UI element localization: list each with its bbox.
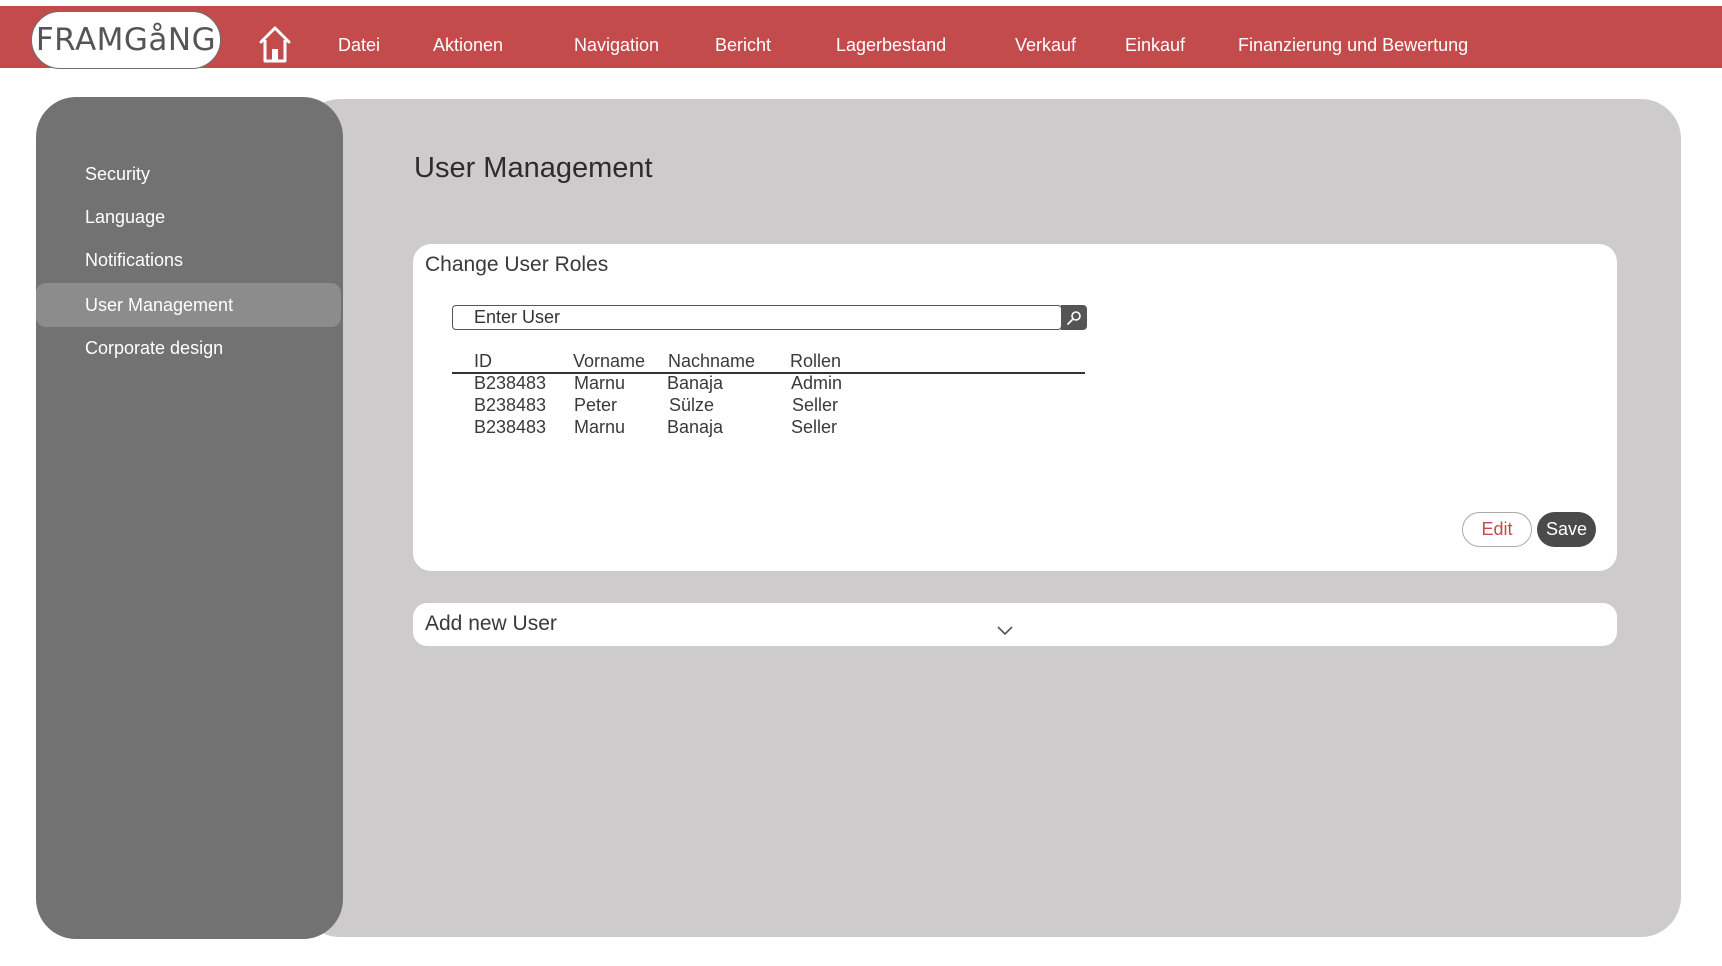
sidebar-item-corporate-design[interactable]: Corporate design: [36, 326, 341, 370]
brand-logo[interactable]: FRAMGåNG: [31, 11, 221, 69]
column-header-nachname[interactable]: Nachname: [668, 351, 755, 372]
nav-item-einkauf[interactable]: Einkauf: [1125, 35, 1185, 56]
page-title: User Management: [414, 152, 653, 184]
cell-nachname: Banaja: [667, 373, 724, 393]
nav-item-verkauf[interactable]: Verkauf: [1015, 35, 1076, 56]
cell-nachname: Banaja: [667, 417, 724, 437]
nav-item-bericht[interactable]: Bericht: [715, 35, 771, 56]
nav-item-finanzierung[interactable]: Finanzierung und Bewertung: [1238, 35, 1468, 56]
table-header-divider: [452, 372, 1085, 374]
add-new-user-accordion[interactable]: Add new User: [413, 603, 1617, 646]
cell-id: B238483: [474, 395, 547, 415]
top-nav-bar: FRAMGåNG Datei Aktionen Navigation Beric…: [0, 6, 1722, 69]
save-button[interactable]: Save: [1537, 512, 1596, 547]
cell-vorname: Marnu: [574, 373, 626, 393]
change-user-roles-card: Change User Roles ID Vorname Nachname Ro…: [413, 244, 1617, 571]
search-icon: [1067, 310, 1081, 325]
sidebar-item-security[interactable]: Security: [36, 152, 341, 196]
cell-nachname: Sülze: [669, 395, 715, 415]
edit-button[interactable]: Edit: [1462, 512, 1532, 547]
cell-rollen: Seller: [791, 417, 838, 437]
nav-item-datei[interactable]: Datei: [338, 35, 380, 56]
cell-rollen: Admin: [791, 373, 843, 393]
nav-item-navigation[interactable]: Navigation: [574, 35, 659, 56]
accordion-title: Add new User: [425, 612, 557, 635]
user-search-input[interactable]: [452, 305, 1062, 330]
settings-sidebar: Security Language Notifications User Man…: [36, 97, 343, 939]
search-button[interactable]: [1061, 305, 1087, 330]
sidebar-item-notifications[interactable]: Notifications: [36, 238, 341, 282]
home-icon[interactable]: [258, 25, 292, 63]
card-title: Change User Roles: [425, 253, 609, 276]
column-header-vorname[interactable]: Vorname: [573, 351, 645, 372]
sidebar-item-user-management[interactable]: User Management: [36, 283, 341, 327]
column-header-id[interactable]: ID: [474, 351, 492, 372]
column-header-rollen[interactable]: Rollen: [790, 351, 841, 372]
cell-id: B238483: [474, 417, 547, 437]
nav-item-aktionen[interactable]: Aktionen: [433, 35, 503, 56]
cell-vorname: Peter: [574, 395, 618, 415]
nav-item-lagerbestand[interactable]: Lagerbestand: [836, 35, 946, 56]
chevron-down-icon[interactable]: [996, 625, 1014, 636]
cell-rollen: Seller: [792, 395, 839, 415]
sidebar-item-language[interactable]: Language: [36, 195, 341, 239]
cell-id: B238483: [474, 373, 547, 393]
cell-vorname: Marnu: [574, 417, 626, 437]
